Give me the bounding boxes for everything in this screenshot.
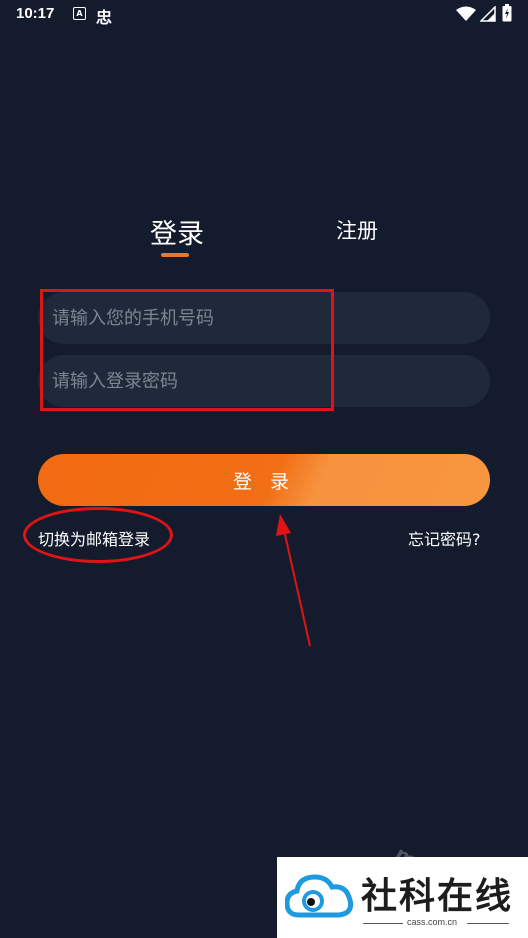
watermark-badge: 社科在线 cass.com.cn bbox=[277, 857, 528, 938]
debug-bug-icon: 忠 bbox=[96, 8, 113, 27]
status-bar: 10:17 A 忠 bbox=[0, 0, 528, 30]
tab-register[interactable]: 注册 bbox=[336, 215, 378, 245]
active-tab-indicator bbox=[161, 253, 189, 257]
cloud-logo-icon bbox=[285, 874, 354, 918]
tab-login[interactable]: 登录 bbox=[150, 212, 204, 251]
login-button[interactable]: 登 录 bbox=[38, 454, 490, 506]
watermark-title: 社科在线 bbox=[361, 875, 514, 917]
watermark-url: cass.com.cn bbox=[407, 917, 458, 927]
battery-icon bbox=[502, 4, 512, 22]
forgot-password-link[interactable]: 忘记密码? bbox=[408, 526, 481, 550]
watermark-divider-right bbox=[467, 923, 509, 924]
accessibility-a-icon: A bbox=[73, 7, 86, 20]
status-time: 10:17 bbox=[16, 5, 55, 22]
wifi-icon bbox=[456, 6, 476, 21]
annotation-highlight-box bbox=[40, 289, 334, 411]
signal-icon bbox=[480, 6, 496, 22]
watermark-divider-left bbox=[363, 923, 403, 924]
annotation-highlight-ellipse bbox=[23, 507, 173, 563]
annotation-arrow-icon bbox=[276, 514, 311, 647]
